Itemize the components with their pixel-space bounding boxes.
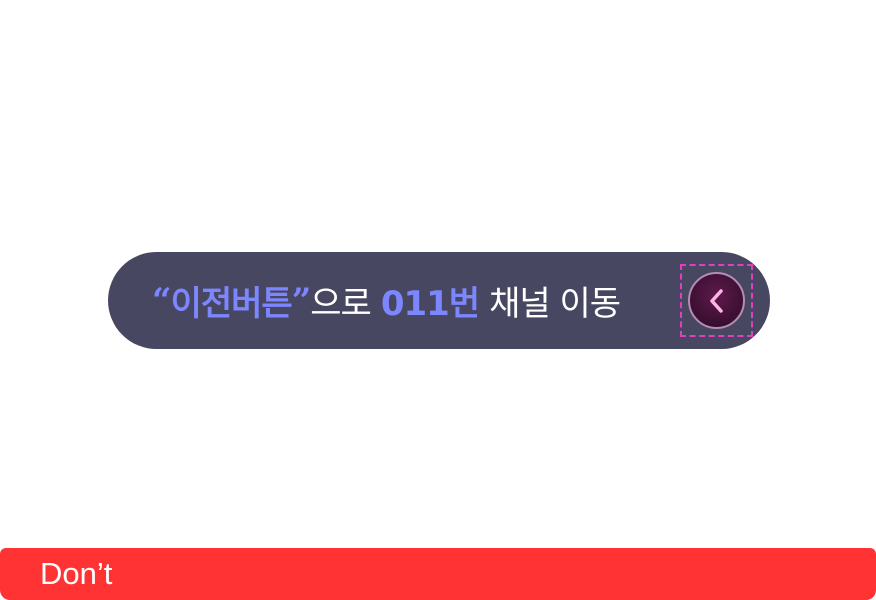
dont-banner: Don’t bbox=[0, 548, 876, 600]
button-name-highlight: 이전버튼 bbox=[170, 284, 293, 324]
action-text: 채널 이동 bbox=[489, 284, 621, 324]
example-canvas: “ 이전버튼 ” 으로 011번 채널 이동 Don’t bbox=[0, 0, 876, 600]
voice-guide-pill: “ 이전버튼 ” 으로 011번 채널 이동 bbox=[108, 252, 770, 349]
chevron-left-icon bbox=[709, 288, 723, 313]
channel-number-highlight: 011번 bbox=[380, 284, 480, 324]
previous-button[interactable] bbox=[688, 272, 745, 329]
open-quote: “ bbox=[152, 280, 172, 321]
dont-label: Don’t bbox=[40, 556, 113, 591]
guide-message: “ 이전버튼 ” 으로 011번 채널 이동 bbox=[152, 252, 621, 349]
particle-text: 으로 bbox=[310, 284, 372, 324]
focus-highlight-box bbox=[680, 264, 753, 337]
close-quote: ” bbox=[291, 280, 312, 321]
